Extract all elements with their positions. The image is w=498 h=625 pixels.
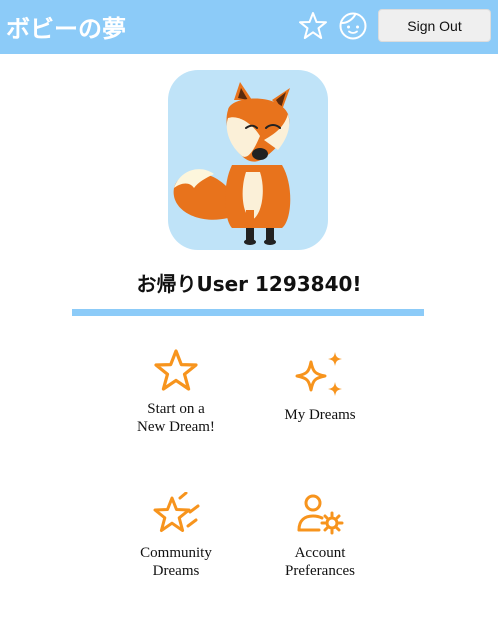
tile-label-line: Dreams bbox=[152, 563, 200, 579]
tile-label-line: Community bbox=[140, 545, 212, 561]
divider bbox=[72, 309, 424, 316]
tile-label-line: My Dreams bbox=[284, 407, 356, 423]
shooting-star-icon bbox=[153, 492, 200, 532]
star-icon[interactable] bbox=[298, 11, 328, 41]
face-icon[interactable] bbox=[338, 11, 368, 41]
tile-label-line: Account bbox=[294, 545, 346, 561]
start-new-dream-button[interactable]: Start on a New Dream! bbox=[111, 348, 241, 436]
account-preferences-button[interactable]: Account Preferances bbox=[255, 492, 385, 580]
tile-label-line: Preferances bbox=[285, 563, 355, 579]
avatar bbox=[168, 70, 328, 250]
my-dreams-button[interactable]: My Dreams bbox=[255, 350, 385, 424]
welcome-heading: お帰りUser 1293840! bbox=[136, 272, 362, 296]
community-dreams-button[interactable]: Community Dreams bbox=[111, 492, 241, 580]
top-bar: ボビーの夢 Sign Out bbox=[0, 0, 498, 54]
tile-label-line: Start on a bbox=[147, 401, 205, 417]
app-title[interactable]: ボビーの夢 bbox=[6, 9, 126, 44]
user-gear-icon bbox=[297, 494, 344, 535]
star-icon bbox=[154, 349, 198, 391]
sparkles-icon bbox=[295, 352, 342, 396]
tile-label-line: New Dream! bbox=[137, 419, 215, 435]
fox-illustration bbox=[173, 82, 291, 245]
sign-out-button[interactable]: Sign Out bbox=[378, 9, 491, 42]
